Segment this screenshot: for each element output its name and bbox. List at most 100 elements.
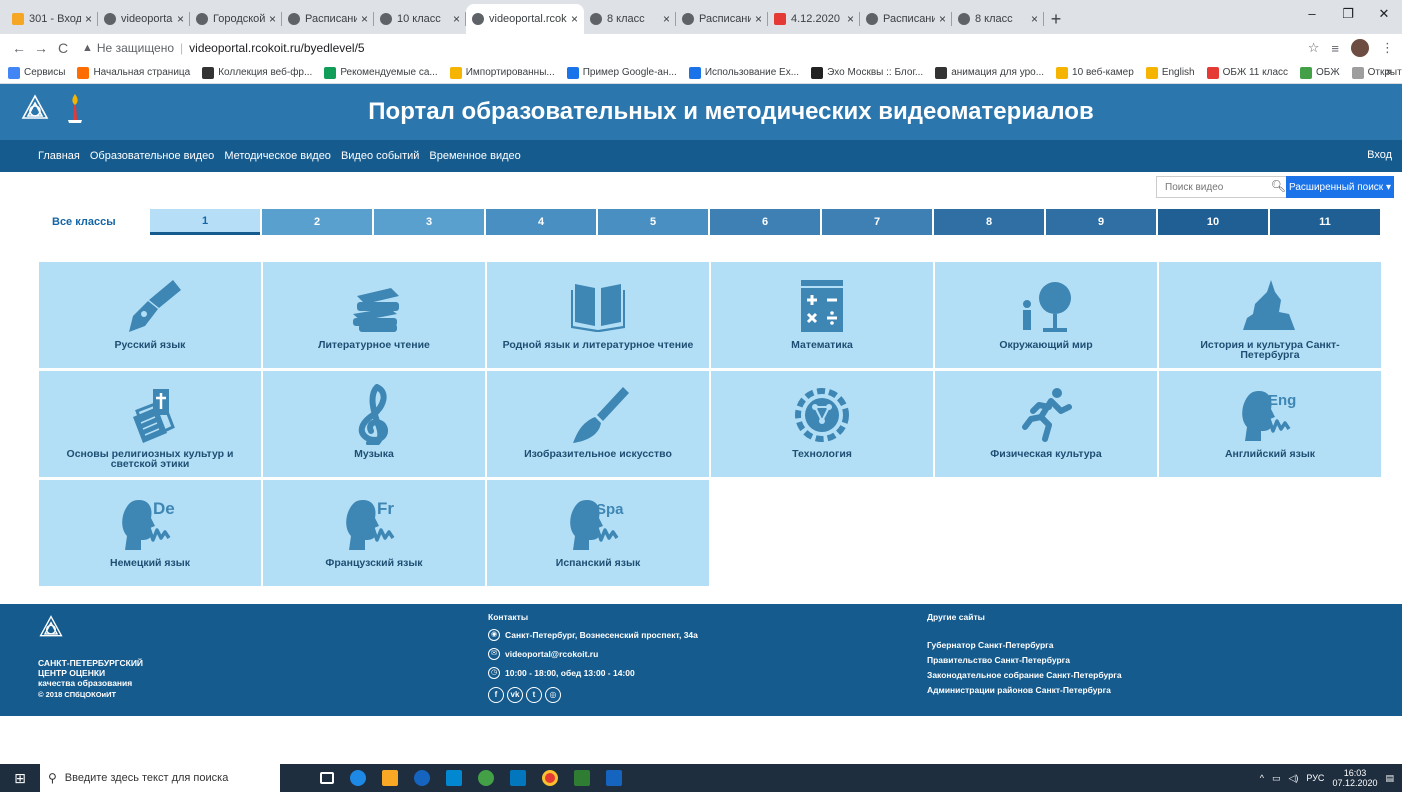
star-icon[interactable]: ☆ bbox=[1308, 40, 1320, 56]
browser-tab[interactable]: Городской порт × bbox=[190, 4, 282, 34]
network-icon[interactable]: ▭ bbox=[1272, 773, 1281, 784]
nav-home[interactable]: Главная bbox=[38, 150, 80, 162]
browser-tab[interactable]: Расписание × bbox=[676, 4, 768, 34]
subject-card[interactable]: Математика bbox=[711, 262, 933, 368]
edge-icon[interactable] bbox=[350, 770, 366, 786]
tab-close-icon[interactable]: × bbox=[939, 12, 946, 26]
address-bar[interactable]: ▲ Не защищено | videoportal.rcokoit.ru/b… bbox=[82, 37, 1308, 59]
grade-tab-4[interactable]: 4 bbox=[486, 209, 596, 235]
browser-tab[interactable]: videoportal.rcok × bbox=[466, 4, 584, 34]
bookmark-item[interactable]: анимация для уро... bbox=[935, 66, 1044, 79]
knot-logo-icon[interactable] bbox=[20, 93, 50, 123]
tab-close-icon[interactable]: × bbox=[269, 12, 276, 26]
browser-tab[interactable]: 8 класс × bbox=[584, 4, 676, 34]
back-icon[interactable]: ← bbox=[8, 40, 30, 56]
subject-card[interactable]: Родной язык и литературное чтение bbox=[487, 262, 709, 368]
close-window-icon[interactable]: ✕ bbox=[1366, 0, 1402, 30]
restore-icon[interactable]: ❐ bbox=[1330, 0, 1366, 30]
grade-tab-9[interactable]: 9 bbox=[1046, 209, 1156, 235]
browser-tab[interactable]: Расписание × bbox=[282, 4, 374, 34]
bookmark-item[interactable]: ОБЖ 11 класс bbox=[1206, 66, 1288, 79]
bookmark-item[interactable]: 10 веб-камер bbox=[1056, 66, 1134, 79]
login-link[interactable]: Вход bbox=[1367, 149, 1392, 161]
bookmark-item[interactable]: English bbox=[1145, 66, 1195, 79]
tab-close-icon[interactable]: × bbox=[1031, 12, 1038, 26]
bookmark-item[interactable]: Эхо Москвы :: Блог... bbox=[811, 66, 923, 79]
mail-app-icon[interactable] bbox=[510, 770, 526, 786]
grade-tab-8[interactable]: 8 bbox=[934, 209, 1044, 235]
other-site-link[interactable]: Правительство Санкт-Петербурга bbox=[927, 655, 1122, 665]
grade-tab-6[interactable]: 6 bbox=[710, 209, 820, 235]
subject-card[interactable]: Изобразительное искусство bbox=[487, 371, 709, 477]
twitter-icon[interactable]: t bbox=[526, 687, 542, 703]
bookmark-item[interactable]: Пример Google-ан... bbox=[566, 66, 677, 79]
chrome-icon[interactable] bbox=[542, 770, 558, 786]
vk-icon[interactable]: vk bbox=[507, 687, 523, 703]
bookmark-item[interactable]: Сервисы bbox=[8, 66, 65, 79]
subject-card[interactable]: Окружающий мир bbox=[935, 262, 1157, 368]
bookmark-item[interactable]: Использование Ex... bbox=[688, 66, 799, 79]
instagram-icon[interactable]: ◎ bbox=[545, 687, 561, 703]
tab-close-icon[interactable]: × bbox=[755, 12, 762, 26]
subject-card[interactable]: Технология bbox=[711, 371, 933, 477]
minimize-icon[interactable]: – bbox=[1294, 0, 1330, 30]
browser-tab[interactable]: videoportal.rcok × bbox=[98, 4, 190, 34]
tab-close-icon[interactable]: × bbox=[85, 12, 92, 26]
other-site-link[interactable]: Губернатор Санкт-Петербурга bbox=[927, 640, 1122, 650]
tab-close-icon[interactable]: × bbox=[571, 12, 578, 26]
search-icon[interactable]: 🔍︎ bbox=[1271, 179, 1286, 193]
new-tab-button[interactable]: + bbox=[1044, 4, 1068, 34]
ie-icon[interactable] bbox=[414, 770, 430, 786]
reload-icon[interactable]: C bbox=[52, 40, 74, 56]
subject-card[interactable]: Русский язык bbox=[39, 262, 261, 368]
other-site-link[interactable]: Законодательное собрание Санкт-Петербург… bbox=[927, 670, 1122, 680]
other-site-link[interactable]: Администрации районов Санкт-Петербурга bbox=[927, 685, 1122, 695]
reading-list-icon[interactable]: ≡ bbox=[1331, 41, 1339, 56]
browser-tab[interactable]: 8 класс × bbox=[952, 4, 1044, 34]
grade-tab-11[interactable]: 11 bbox=[1270, 209, 1380, 235]
bookmark-item[interactable]: Рекомендуемые са... bbox=[324, 66, 438, 79]
volume-icon[interactable]: ◁) bbox=[1288, 773, 1298, 784]
nav-event-video[interactable]: Видео событий bbox=[341, 150, 419, 162]
subject-card[interactable]: История и культура Санкт-Петербурга bbox=[1159, 262, 1381, 368]
windows-start-icon[interactable]: ⊞ bbox=[0, 770, 40, 787]
taskbar-clock[interactable]: 16:03 07.12.2020 bbox=[1332, 768, 1377, 788]
tab-close-icon[interactable]: × bbox=[847, 12, 854, 26]
grade-tab-1[interactable]: 1 bbox=[150, 209, 260, 235]
grade-tab-2[interactable]: 2 bbox=[262, 209, 372, 235]
language-indicator[interactable]: РУС bbox=[1306, 773, 1324, 783]
tray-chevron-icon[interactable]: ^ bbox=[1260, 773, 1264, 783]
bookmark-item[interactable]: Коллекция веб-фр... bbox=[202, 66, 312, 79]
grade-tab-10[interactable]: 10 bbox=[1158, 209, 1268, 235]
nav-educational-video[interactable]: Образовательное видео bbox=[90, 150, 214, 162]
browser-tab[interactable]: 301 - Входящие × bbox=[6, 4, 98, 34]
facebook-icon[interactable]: f bbox=[488, 687, 504, 703]
bookmark-item[interactable]: Начальная страница bbox=[77, 66, 190, 79]
app-icon[interactable] bbox=[478, 770, 494, 786]
tab-close-icon[interactable]: × bbox=[177, 12, 184, 26]
nav-methodical-video[interactable]: Методическое видео bbox=[224, 150, 331, 162]
task-view-icon[interactable] bbox=[320, 772, 334, 784]
bookmark-item[interactable]: Открытый урок bbox=[1351, 66, 1402, 79]
bookmarks-more-icon[interactable]: » bbox=[1386, 66, 1392, 78]
subject-card[interactable]: Литературное чтение bbox=[263, 262, 485, 368]
profile-avatar[interactable] bbox=[1351, 39, 1369, 57]
contact-email[interactable]: ✉ videoportal@rcokoit.ru bbox=[488, 648, 698, 660]
bookmark-item[interactable]: ОБЖ bbox=[1300, 66, 1340, 79]
menu-icon[interactable]: ⋮ bbox=[1381, 40, 1394, 56]
word-icon[interactable] bbox=[606, 770, 622, 786]
taskbar-search[interactable]: ⚲ Введите здесь текст для поиска bbox=[40, 764, 280, 792]
subject-card[interactable]: Основы религиозных культур и светской эт… bbox=[39, 371, 261, 477]
notifications-icon[interactable]: ▤ bbox=[1385, 773, 1394, 784]
excel-icon[interactable] bbox=[574, 770, 590, 786]
subject-card[interactable]: De Немецкий язык bbox=[39, 480, 261, 586]
subject-card[interactable]: Музыка bbox=[263, 371, 485, 477]
search-input[interactable] bbox=[1156, 176, 1286, 198]
subject-card[interactable]: Fr Французский язык bbox=[263, 480, 485, 586]
subject-card[interactable]: Физическая культура bbox=[935, 371, 1157, 477]
store-icon[interactable] bbox=[446, 770, 462, 786]
browser-tab[interactable]: 4.12.2020 18:30 × bbox=[768, 4, 860, 34]
tab-close-icon[interactable]: × bbox=[453, 12, 460, 26]
forward-icon[interactable]: → bbox=[30, 40, 52, 56]
tab-close-icon[interactable]: × bbox=[361, 12, 368, 26]
